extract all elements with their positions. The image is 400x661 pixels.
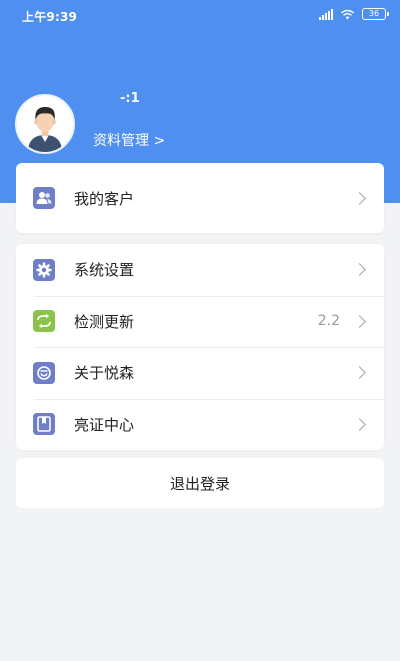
customers-icon: [33, 187, 55, 209]
signal-icon: [319, 8, 333, 20]
version-value: 2.2: [317, 313, 340, 330]
chevron-right-icon: [353, 314, 366, 328]
chevron-right-icon: [353, 191, 366, 205]
menu-row-certificate-center[interactable]: 亮证中心: [16, 398, 384, 451]
menu-label: 亮证中心: [74, 415, 135, 434]
menu-label: 检测更新: [74, 312, 135, 331]
battery-level: 36: [368, 9, 380, 18]
menu-row-my-customers[interactable]: 我的客户: [16, 163, 384, 233]
menu-row-check-update[interactable]: 检测更新 2.2: [16, 295, 384, 348]
status-bar: 上午9:39 36: [0, 0, 400, 30]
chevron-right-icon: [353, 417, 366, 431]
menu-row-about[interactable]: 关于悦森: [16, 347, 384, 399]
menu-row-system-settings[interactable]: 系统设置: [16, 244, 384, 296]
refresh-icon: [33, 310, 55, 333]
certificate-icon: [33, 413, 55, 436]
settings-card: 系统设置 检测更新 2.2 关于悦森 亮证中心: [16, 244, 384, 450]
status-icons: 36: [319, 8, 389, 20]
customers-card: 我的客户: [16, 163, 384, 233]
logout-button[interactable]: 退出登录: [16, 458, 384, 508]
chevron-right-icon: [353, 366, 366, 380]
menu-label: 我的客户: [74, 189, 135, 208]
gear-icon: [33, 258, 55, 281]
battery-icon: 36: [362, 8, 389, 20]
chevron-right-icon: [353, 263, 366, 277]
user-avatar-icon: [17, 96, 73, 152]
menu-label: 系统设置: [74, 261, 135, 280]
menu-label: 关于悦森: [74, 364, 135, 383]
wifi-icon: [340, 9, 355, 19]
username: -:1: [120, 91, 140, 106]
avatar[interactable]: [15, 94, 75, 154]
about-icon: [33, 361, 55, 384]
profile-manage-link[interactable]: 资料管理 >: [93, 130, 165, 150]
status-time: 上午9:39: [22, 10, 78, 24]
